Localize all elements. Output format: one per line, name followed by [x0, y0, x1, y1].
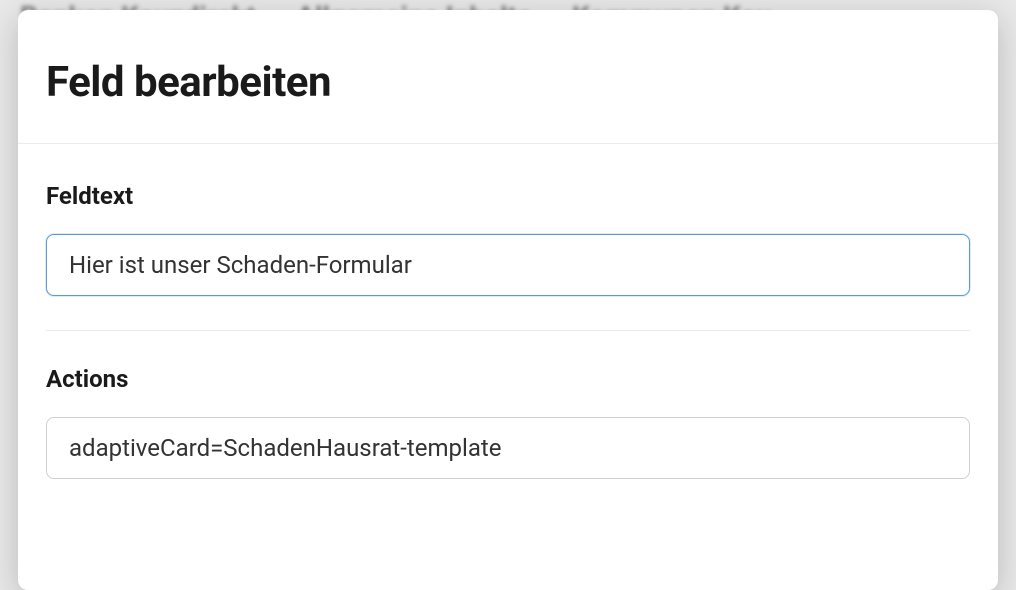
- actions-group: Actions: [46, 365, 970, 479]
- modal-header: Feld bearbeiten: [18, 10, 998, 144]
- feldtext-group: Feldtext: [46, 182, 970, 296]
- divider: [46, 330, 970, 331]
- edit-field-modal: Feld bearbeiten Feldtext Actions: [18, 10, 998, 590]
- feldtext-label: Feldtext: [46, 182, 970, 210]
- actions-label: Actions: [46, 365, 970, 393]
- modal-body: Feldtext Actions: [18, 144, 998, 517]
- feldtext-input[interactable]: [46, 234, 970, 296]
- modal-title: Feld bearbeiten: [46, 58, 970, 107]
- actions-input[interactable]: [46, 417, 970, 479]
